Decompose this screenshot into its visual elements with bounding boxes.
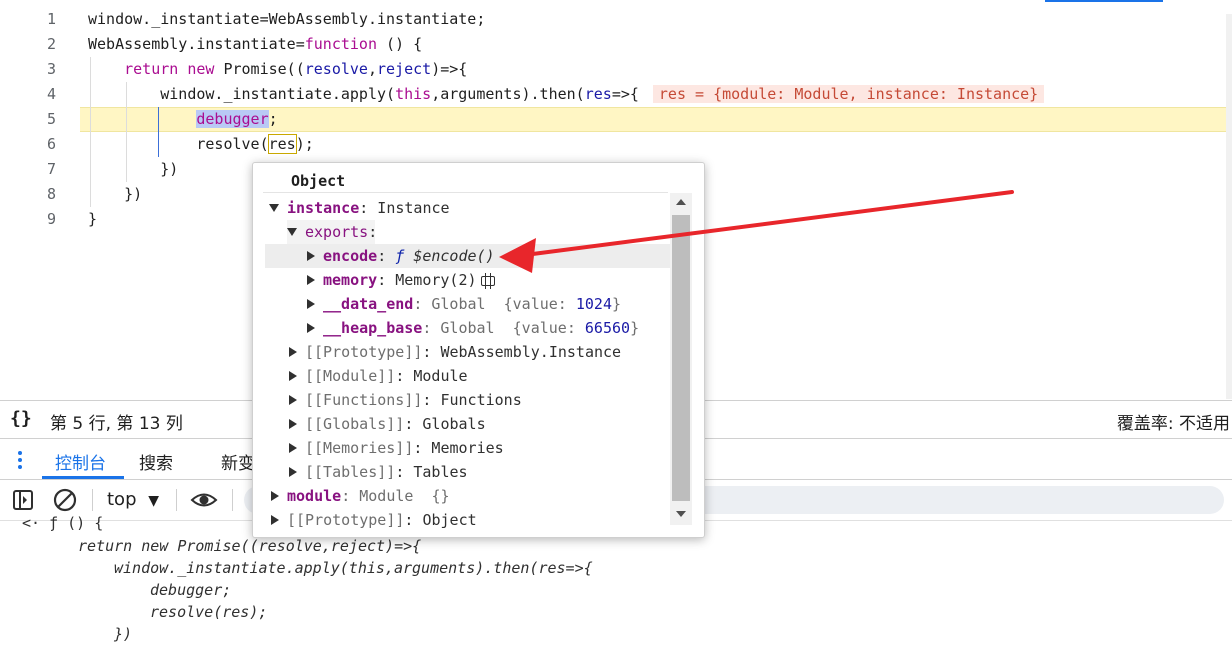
collapsed-triangle-icon[interactable]	[271, 514, 279, 525]
more-tools-icon[interactable]	[18, 451, 22, 472]
context-selector[interactable]: top ▼	[107, 489, 159, 510]
console-code-line: resolve(res);	[150, 603, 268, 621]
tree-row-functions[interactable]: [[Functions]]: Functions	[289, 388, 522, 412]
tree-row-memories[interactable]: [[Memories]]: Memories	[289, 436, 504, 460]
collapsed-triangle-icon[interactable]	[289, 394, 297, 405]
line-number[interactable]: 9	[0, 207, 56, 232]
code-line-6: resolve(res);	[196, 134, 314, 154]
tree-row-module[interactable]: module: Module {}	[271, 484, 450, 508]
console-code-line: })	[114, 625, 133, 643]
line-number[interactable]: 2	[0, 32, 56, 57]
line-number-gutter[interactable]: 1 2 3 4 5 6 7 8 9	[0, 7, 56, 232]
tree-row-instance[interactable]: instance: Instance	[269, 196, 450, 220]
tree-row-object-prototype[interactable]: [[Prototype]]: Object	[271, 508, 477, 532]
line-number[interactable]: 3	[0, 57, 56, 82]
scroll-up-arrow-icon[interactable]	[676, 199, 686, 205]
collapsed-triangle-icon[interactable]	[289, 418, 297, 429]
popover-divider	[263, 192, 668, 193]
line-number[interactable]: 5	[0, 107, 56, 132]
code-line-3: return new Promise((resolve,reject)=>{	[124, 60, 468, 78]
collapsed-triangle-icon[interactable]	[307, 250, 315, 261]
collapsed-triangle-icon[interactable]	[289, 466, 297, 477]
console-result-line: <· ƒ () {	[22, 514, 104, 532]
collapsed-triangle-icon[interactable]	[307, 322, 315, 333]
tree-row-tables[interactable]: [[Tables]]: Tables	[289, 460, 468, 484]
inline-variable-value: res = {module: Module, instance: Instanc…	[652, 85, 1045, 103]
line-number[interactable]: 7	[0, 157, 56, 182]
toolbar-separator	[176, 489, 177, 511]
collapsed-triangle-icon[interactable]	[289, 346, 297, 357]
collapsed-triangle-icon[interactable]	[289, 370, 297, 381]
cursor-position: 第 5 行, 第 13 列	[50, 414, 183, 434]
active-tab-indicator	[1045, 0, 1163, 2]
editor-scrollbar[interactable]	[1226, 14, 1232, 399]
scroll-down-arrow-icon[interactable]	[676, 511, 686, 517]
chevron-down-icon: ▼	[148, 493, 160, 509]
console-code-line: window._instantiate.apply(this,arguments…	[114, 559, 593, 577]
console-code-line: return new Promise((resolve,reject)=>{	[78, 537, 422, 555]
popover-title: Object	[291, 172, 346, 190]
tree-row-globals[interactable]: [[Globals]]: Globals	[289, 412, 486, 436]
line-number[interactable]: 1	[0, 7, 56, 32]
tree-row-data-end[interactable]: __data_end: Global {value: 1024}	[307, 292, 621, 316]
collapsed-triangle-icon[interactable]	[271, 490, 279, 501]
tree-row-memory[interactable]: memory: Memory(2)	[307, 268, 495, 292]
scrollbar-thumb[interactable]	[672, 215, 690, 501]
collapsed-triangle-icon[interactable]	[289, 442, 297, 453]
memory-inspector-icon[interactable]	[480, 272, 495, 289]
code-line-5: debugger;	[196, 110, 278, 128]
active-tab-underline	[42, 476, 124, 479]
line-number[interactable]: 4	[0, 82, 56, 107]
toolbar-separator	[92, 489, 93, 511]
tab-new[interactable]: 新变	[221, 449, 255, 474]
console-code-line: debugger;	[150, 581, 232, 599]
context-label: top	[107, 489, 137, 510]
hovered-res-token[interactable]: res	[267, 134, 297, 154]
collapsed-triangle-icon[interactable]	[307, 298, 315, 309]
line-number[interactable]: 8	[0, 182, 56, 207]
expanded-triangle-icon[interactable]	[269, 203, 279, 212]
tree-row-heap-base[interactable]: __heap_base: Global {value: 66560}	[307, 316, 639, 340]
debugger-token: debugger	[196, 110, 269, 128]
function-icon: ƒ	[395, 247, 414, 265]
popover-scrollbar[interactable]	[670, 193, 692, 525]
tree-row-exports[interactable]: exports:	[287, 220, 377, 244]
object-preview-popover: Object instance: Instance exports: encod…	[252, 162, 705, 538]
tab-console[interactable]: 控制台	[55, 449, 106, 474]
tree-row-encode[interactable]: encode: ƒ $encode()	[265, 244, 670, 268]
collapsed-triangle-icon[interactable]	[307, 274, 315, 285]
toolbar-separator	[232, 489, 233, 511]
code-line-4: window._instantiate.apply(this,arguments…	[88, 82, 1232, 107]
console-output[interactable]: <· ƒ () { return new Promise((resolve,re…	[0, 514, 1232, 645]
coverage-status: 覆盖率: 不适用	[1116, 414, 1230, 434]
line-number[interactable]: 6	[0, 132, 56, 157]
code-line-1: window._instantiate=WebAssembly.instanti…	[88, 10, 486, 28]
expanded-triangle-icon[interactable]	[287, 227, 297, 236]
code-line-2: WebAssembly.instantiate=function () {	[88, 35, 423, 53]
live-expression-eye-icon[interactable]	[190, 488, 218, 517]
tree-row-module-internal[interactable]: [[Module]]: Module	[289, 364, 468, 388]
tree-row-prototype[interactable]: [[Prototype]]: WebAssembly.Instance	[289, 340, 621, 364]
tab-search[interactable]: 搜索	[139, 449, 173, 474]
pretty-print-icon[interactable]: {}	[10, 408, 32, 429]
